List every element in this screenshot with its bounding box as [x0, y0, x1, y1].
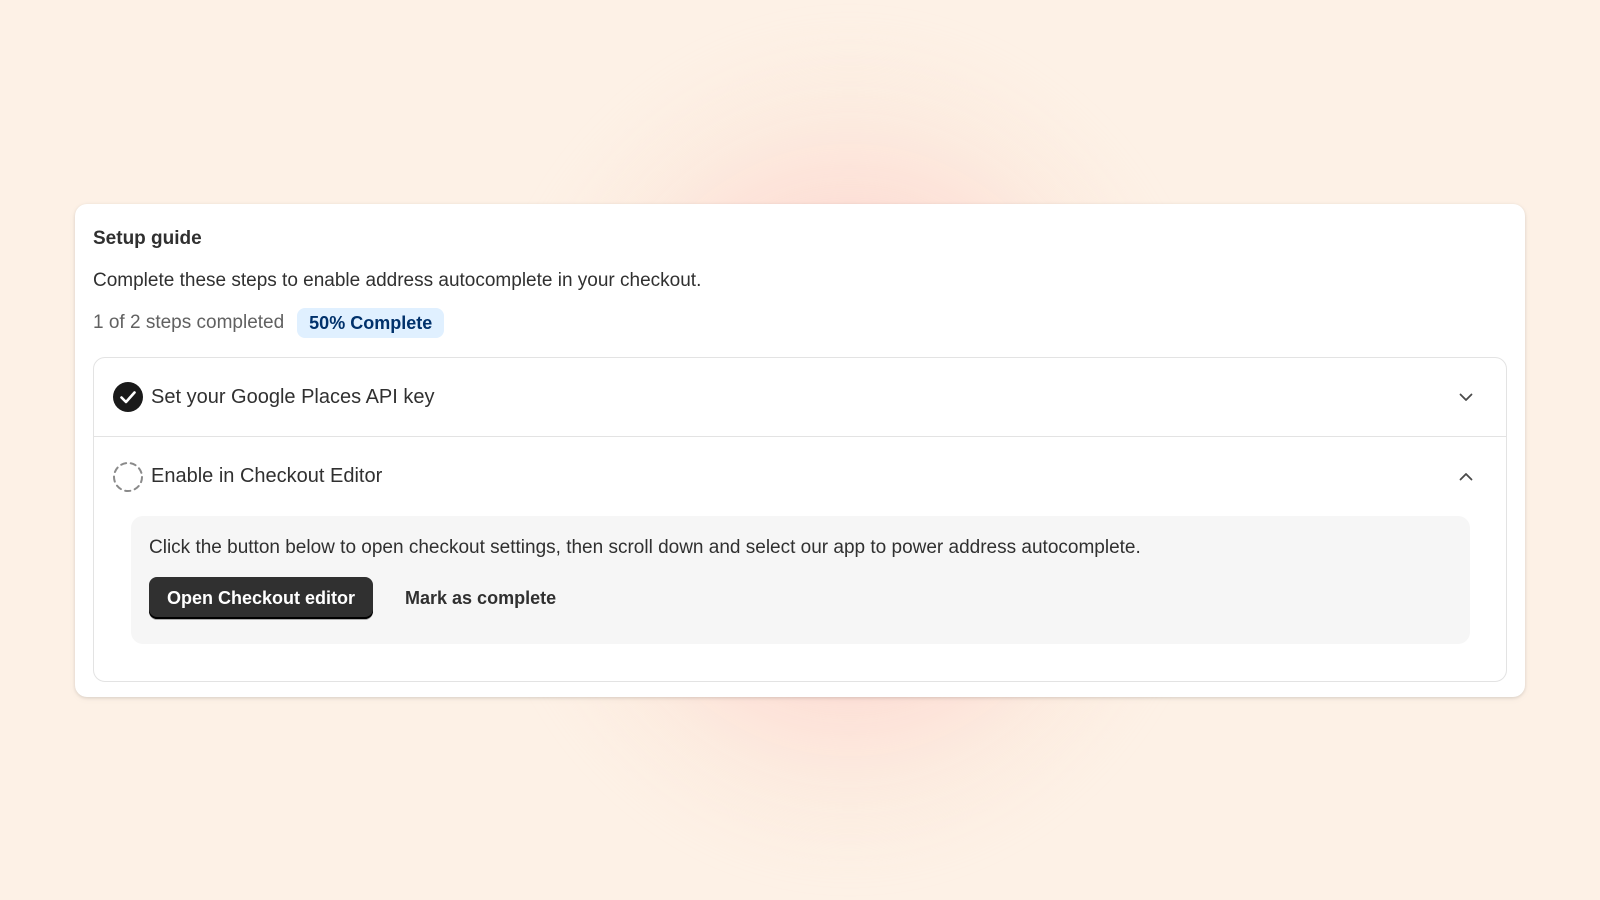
chevron-up-icon[interactable]: [1454, 465, 1478, 489]
step-item-api-key[interactable]: Set your Google Places API key: [94, 358, 1506, 437]
setup-guide-title: Setup guide: [93, 228, 202, 249]
step-label: Set your Google Places API key: [151, 385, 435, 408]
step-label: Enable in Checkout Editor: [151, 465, 383, 487]
progress-row: 1 of 2 steps completed 50% Complete: [93, 308, 1507, 338]
setup-guide-subtitle: Complete these steps to enable address a…: [93, 270, 702, 291]
mark-as-complete-button[interactable]: Mark as complete: [387, 577, 574, 619]
check-circle-icon: [112, 381, 144, 413]
steps-list: Set your Google Places API key Enable in…: [93, 357, 1507, 682]
step-details: Click the button below to open checkout …: [131, 516, 1470, 644]
progress-badge: 50% Complete: [297, 308, 445, 338]
step-actions: Open Checkout editor Mark as complete: [149, 577, 1452, 619]
dashed-circle-icon: [112, 461, 144, 493]
setup-guide-card: Setup guide Complete these steps to enab…: [75, 204, 1525, 697]
chevron-down-icon[interactable]: [1454, 385, 1478, 409]
progress-text: 1 of 2 steps completed: [93, 312, 285, 333]
open-checkout-editor-button[interactable]: Open Checkout editor: [149, 577, 374, 619]
step-description: Click the button below to open checkout …: [149, 537, 1141, 558]
step-item-checkout-editor[interactable]: Enable in Checkout Editor: [94, 437, 1506, 516]
